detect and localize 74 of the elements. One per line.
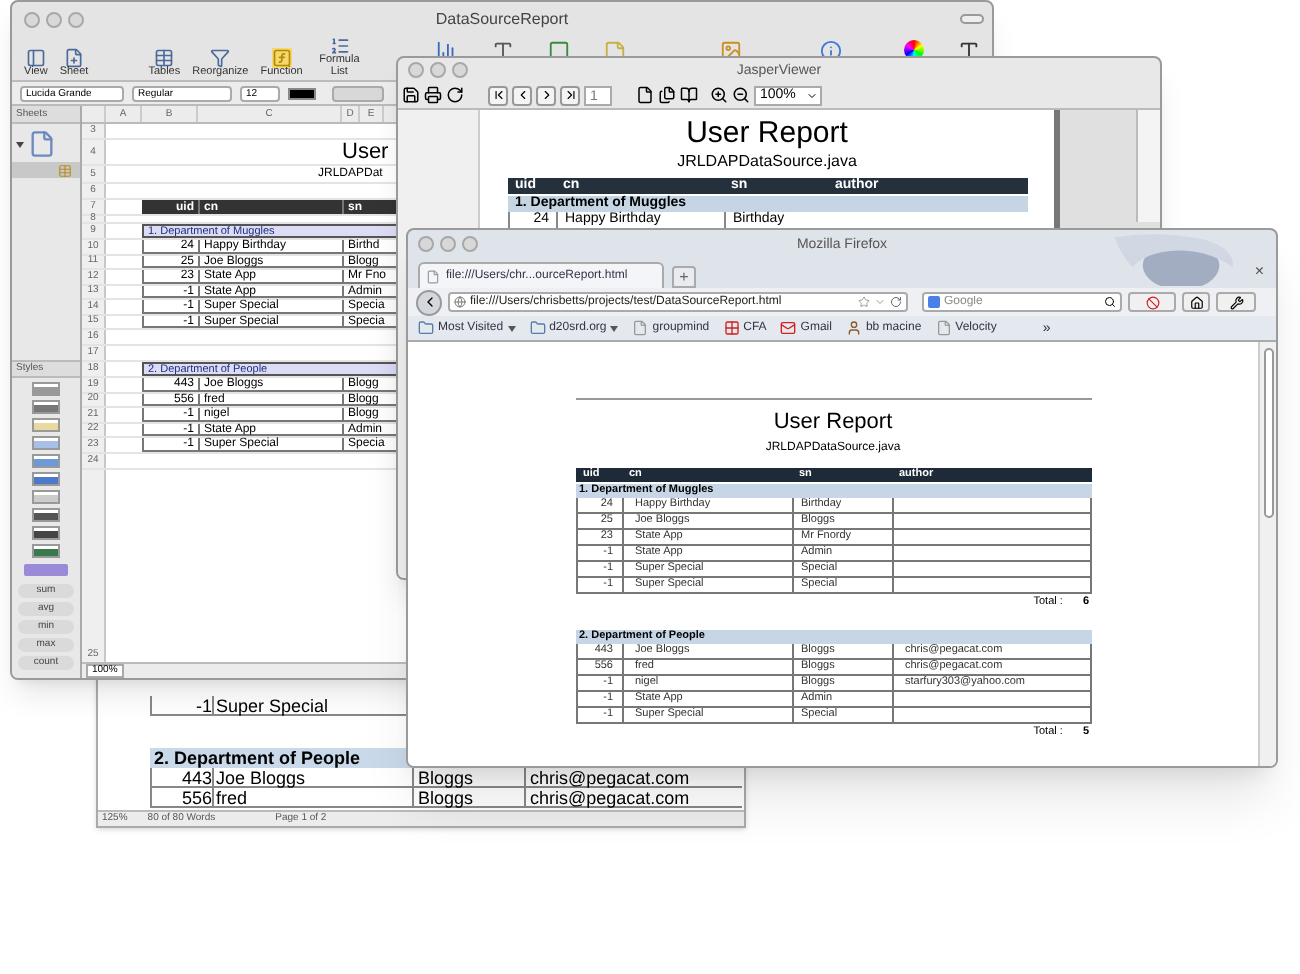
panels-icon [25, 47, 46, 67]
list-icon [329, 36, 350, 56]
sheet-icon [64, 47, 85, 67]
addon-button[interactable] [1128, 292, 1176, 312]
dropdown-icon [610, 325, 619, 331]
report-subtitle: JRLDAPDataSource.java [677, 154, 857, 170]
next-page-button[interactable] [536, 85, 556, 105]
last-page-button[interactable] [560, 85, 580, 105]
funnel-icon [210, 47, 231, 67]
print-icon[interactable] [424, 86, 442, 104]
tools-button[interactable] [1216, 292, 1256, 312]
table-style-swatch[interactable] [32, 544, 60, 558]
function-icon [271, 47, 292, 67]
table-style-swatch[interactable] [32, 526, 60, 540]
search-engine-icon[interactable] [928, 296, 940, 308]
dropdown-icon [806, 89, 818, 101]
table-style-swatch[interactable] [32, 508, 60, 522]
table-cell: 443 [150, 768, 212, 788]
page-icon[interactable] [636, 86, 654, 104]
table-cell: -1 [150, 696, 212, 716]
table-cell: 556 [150, 788, 212, 808]
blocked-icon [1145, 295, 1159, 309]
table-cell: Bloggs [412, 788, 524, 808]
toolbar-toggle-button[interactable] [960, 14, 984, 24]
table-style-swatch[interactable] [32, 490, 60, 504]
folder-icon [529, 320, 546, 336]
wrench-icon [1229, 295, 1243, 309]
color-swatch[interactable] [288, 87, 316, 99]
scrollbar[interactable] [1136, 110, 1160, 222]
save-icon[interactable] [402, 86, 420, 104]
back-button[interactable] [416, 289, 442, 315]
table-icon [154, 47, 175, 67]
person-icon [845, 320, 862, 336]
table-style-swatch[interactable] [32, 418, 60, 432]
globe-icon [454, 296, 466, 308]
table-cell: fred [212, 788, 412, 808]
report-title: User Report [686, 118, 848, 148]
last-page-icon [563, 88, 577, 102]
search-icon[interactable] [1104, 296, 1116, 308]
scroll-thumb[interactable] [1263, 348, 1273, 518]
disclosure-triangle-icon[interactable] [16, 141, 24, 147]
close-tab-button[interactable]: × [1254, 264, 1264, 280]
dropdown-icon [507, 325, 516, 331]
table-style-swatch[interactable] [32, 382, 60, 396]
home-icon [1189, 295, 1203, 309]
new-tab-button[interactable]: + [672, 266, 696, 288]
first-page-icon [491, 88, 505, 102]
book-icon[interactable] [680, 86, 698, 104]
window-title: DataSourceReport [435, 11, 569, 27]
page-icon [935, 320, 952, 336]
previous-page-icon [515, 88, 529, 102]
folder-icon [418, 320, 434, 336]
page-icon [632, 320, 649, 336]
table-style-swatch[interactable] [32, 436, 60, 450]
zoom-in-icon[interactable] [710, 86, 728, 104]
zoom-out-icon[interactable] [732, 86, 750, 104]
page-icon [426, 269, 440, 283]
table-style-swatch[interactable] [32, 454, 60, 468]
previous-page-button[interactable] [512, 85, 532, 105]
table-icon [58, 163, 72, 177]
scrollbar[interactable] [1258, 342, 1276, 766]
report-title: User [342, 141, 389, 163]
table-style-swatch[interactable] [32, 400, 60, 414]
table-cell: chris@pegacat.com [524, 788, 742, 808]
reload-icon[interactable] [446, 86, 464, 104]
next-page-icon [539, 88, 553, 102]
pages-icon[interactable] [658, 86, 676, 104]
mail-icon [780, 320, 797, 336]
first-page-button[interactable] [488, 85, 508, 105]
table-cell: Joe Bloggs [212, 768, 412, 788]
table-style-swatch[interactable] [32, 472, 60, 486]
home-button[interactable] [1182, 292, 1210, 312]
checker-icon [723, 320, 740, 336]
bookmark-star-icon[interactable] [858, 296, 870, 308]
